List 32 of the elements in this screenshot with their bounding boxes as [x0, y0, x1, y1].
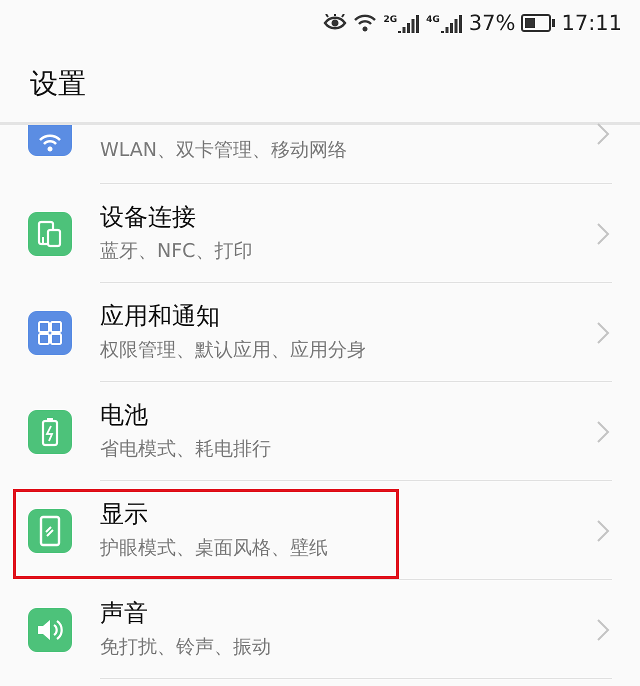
item-title[interactable]: 设备连接 — [100, 202, 612, 232]
item-subtitle: 蓝牙、NFC、打印 — [100, 239, 254, 264]
item-subtitle: 省电模式、耗电排行 — [100, 437, 272, 462]
chevron-icon — [596, 618, 610, 642]
network-type: 4G — [426, 14, 440, 24]
battery-percent: 37% — [468, 10, 516, 34]
item-title[interactable]: 应用和通知 — [100, 301, 612, 331]
wifi-icon — [37, 133, 63, 153]
item-title[interactable]: 显示 — [100, 499, 612, 529]
clock-time: 17:11 — [561, 10, 622, 34]
item-subtitle: 权限管理、默认应用、应用分身 — [100, 338, 367, 363]
item-subtitle: 免打扰、铃声、振动 — [100, 635, 272, 660]
item-subtitle: WLAN、双卡管理、移动网络 — [100, 138, 348, 163]
item-title[interactable]: 声音 — [100, 598, 612, 628]
eye-icon — [323, 14, 348, 32]
item-subtitle: 护眼模式、桌面风格、壁纸 — [100, 536, 329, 561]
chevron-icon — [596, 518, 610, 542]
battery-icon — [521, 14, 556, 32]
wifi-icon — [353, 12, 378, 32]
chevron-icon — [596, 222, 610, 246]
devices-icon — [36, 218, 64, 248]
chevron-icon — [596, 122, 610, 146]
network-type: 2G — [383, 14, 398, 24]
signal-icon — [440, 12, 463, 32]
display-icon — [39, 514, 61, 546]
chevron-icon — [596, 320, 610, 344]
signal-icon — [398, 12, 420, 32]
item-title[interactable]: 电池 — [100, 400, 612, 430]
chevron-icon — [596, 420, 610, 444]
page-title: 设置 — [30, 66, 86, 102]
apps-grid-icon — [37, 320, 63, 346]
battery-icon — [41, 416, 59, 446]
